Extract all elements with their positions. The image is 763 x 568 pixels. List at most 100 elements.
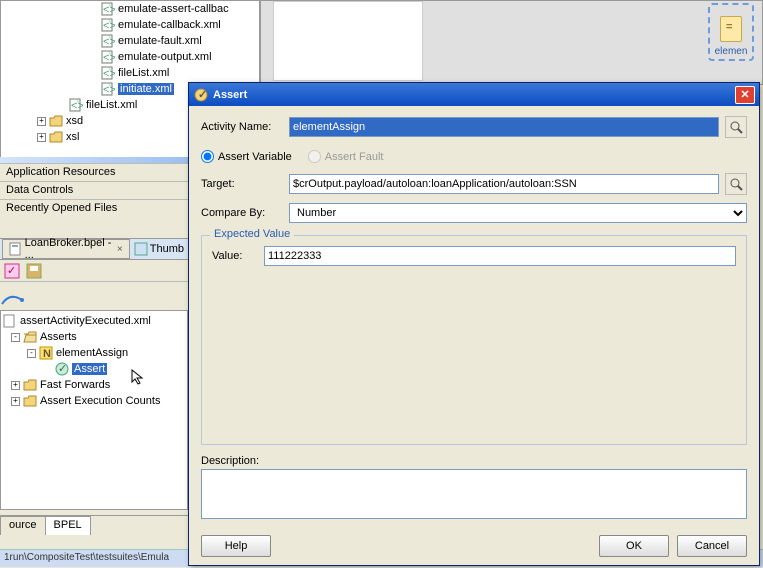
section-data-controls[interactable]: Data Controls xyxy=(0,181,188,199)
tree-item[interactable]: <>emulate-assert-callbac xyxy=(1,1,259,17)
design-canvas[interactable]: elemen xyxy=(260,0,763,85)
tree-expander[interactable]: + xyxy=(11,397,20,406)
dialog-close-button[interactable]: ✕ xyxy=(735,86,755,104)
activity-name-label: Activity Name: xyxy=(201,121,283,133)
tree-item[interactable]: - Asserts xyxy=(3,329,185,345)
cancel-button[interactable]: Cancel xyxy=(677,535,747,557)
canvas-page xyxy=(273,1,423,81)
tree-item-label: Assert Execution Counts xyxy=(40,395,160,407)
description-label: Description: xyxy=(201,455,747,467)
assert-fault-label: Assert Fault xyxy=(325,151,384,163)
folder-icon xyxy=(23,378,37,392)
xml-file-icon: <> xyxy=(101,34,115,48)
tree-item-label: elementAssign xyxy=(56,347,128,359)
tree-item-label: initiate.xml xyxy=(118,83,174,95)
xml-file-icon: <> xyxy=(69,98,83,112)
section-recent-files[interactable]: Recently Opened Files xyxy=(0,199,188,217)
svg-text:✓: ✓ xyxy=(7,265,16,277)
assert-dialog: ✓ Assert ✕ Activity Name: Assert Variabl… xyxy=(188,82,760,566)
tree-item[interactable]: + Assert Execution Counts xyxy=(3,393,185,409)
tree-item-label: fileList.xml xyxy=(118,67,169,79)
svg-text:<>: <> xyxy=(103,84,115,96)
editor-toolbar: ✓ xyxy=(0,260,188,282)
side-sections: Application Resources Data Controls Rece… xyxy=(0,163,188,217)
search-icon xyxy=(729,177,743,191)
tree-root-label: assertActivityExecuted.xml xyxy=(20,315,151,327)
target-input[interactable] xyxy=(289,174,719,194)
svg-text:✓: ✓ xyxy=(58,363,67,375)
tree-item-label: emulate-fault.xml xyxy=(118,35,202,47)
save-icon[interactable] xyxy=(26,263,42,279)
tree-item-label: emulate-assert-callbac xyxy=(118,3,229,15)
assert-fault-radio-input xyxy=(308,150,321,163)
tree-expander[interactable]: + xyxy=(37,117,46,126)
tree-item-label: Asserts xyxy=(40,331,77,343)
bottom-tab-bar: ource BPEL xyxy=(0,515,188,535)
assert-dialog-icon: ✓ xyxy=(193,87,209,103)
expected-value-legend: Expected Value xyxy=(210,228,294,240)
search-icon xyxy=(729,120,743,134)
assert-variable-radio-input[interactable] xyxy=(201,150,214,163)
cursor-icon xyxy=(131,369,147,387)
structure-header xyxy=(0,290,188,310)
activity-name-input[interactable] xyxy=(289,117,719,137)
svg-text:<>: <> xyxy=(103,68,115,80)
tab-source[interactable]: ource xyxy=(0,516,46,535)
assert-variable-radio[interactable]: Assert Variable xyxy=(201,150,292,163)
editor-tab-loanbroker[interactable]: LoanBroker.bpel - ... × xyxy=(2,239,130,259)
tree-item-label: Assert xyxy=(72,363,107,375)
tree-item[interactable]: <>emulate-output.xml xyxy=(1,49,259,65)
close-icon[interactable]: × xyxy=(117,244,123,255)
tree-item[interactable]: ✓ Assert xyxy=(3,361,185,377)
thumbnail-label: Thumb xyxy=(150,243,184,255)
tree-expander[interactable]: + xyxy=(37,133,46,142)
svg-text:<>: <> xyxy=(103,36,115,48)
tree-item[interactable]: -NelementAssign xyxy=(3,345,185,361)
xml-file-icon xyxy=(3,314,17,328)
tree-item[interactable]: + Fast Forwards xyxy=(3,377,185,393)
compare-by-label: Compare By: xyxy=(201,207,283,219)
tab-bpel[interactable]: BPEL xyxy=(45,516,91,535)
activity-icon: N xyxy=(39,346,53,360)
xml-file-icon: <> xyxy=(101,50,115,64)
canvas-element-assign[interactable]: elemen xyxy=(708,3,754,61)
folder-icon xyxy=(49,114,63,128)
bpel-file-icon xyxy=(9,242,22,256)
folder-open-icon xyxy=(23,330,37,344)
description-textarea[interactable] xyxy=(201,469,747,519)
tree-expander[interactable]: + xyxy=(11,381,20,390)
compare-by-select[interactable]: Number xyxy=(289,203,747,223)
tree-root-file[interactable]: assertActivityExecuted.xml xyxy=(3,313,185,329)
help-button[interactable]: Help xyxy=(201,535,271,557)
canvas-element-label: elemen xyxy=(715,46,748,57)
activity-search-button[interactable] xyxy=(725,116,747,138)
tree-item-label: Fast Forwards xyxy=(40,379,110,391)
validate-icon[interactable]: ✓ xyxy=(4,263,20,279)
svg-text:<>: <> xyxy=(103,4,115,16)
tree-item[interactable]: <>emulate-callback.xml xyxy=(1,17,259,33)
expected-value-fieldset: Expected Value Value: xyxy=(201,235,747,445)
ok-button[interactable]: OK xyxy=(599,535,669,557)
structure-icon xyxy=(0,290,30,308)
tree-expander[interactable]: - xyxy=(27,349,36,358)
tree-item[interactable]: <>emulate-fault.xml xyxy=(1,33,259,49)
assign-activity-icon xyxy=(720,16,742,42)
structure-tree[interactable]: assertActivityExecuted.xml -Asserts-Nele… xyxy=(0,310,188,510)
folder-icon xyxy=(49,130,63,144)
thumbnail-icon xyxy=(134,242,148,256)
tree-item-label: xsl xyxy=(66,131,79,143)
tree-expander[interactable]: - xyxy=(11,333,20,342)
dialog-titlebar[interactable]: ✓ Assert ✕ xyxy=(189,83,759,106)
tree-item[interactable]: <>fileList.xml xyxy=(1,65,259,81)
assert-fault-radio: Assert Fault xyxy=(308,150,384,163)
value-input[interactable] xyxy=(264,246,736,266)
value-label: Value: xyxy=(212,250,258,262)
target-search-button[interactable] xyxy=(725,173,747,195)
assert-icon: ✓ xyxy=(55,362,69,376)
tree-item-label: xsd xyxy=(66,115,83,127)
tree-item-label: emulate-callback.xml xyxy=(118,19,221,31)
section-app-resources[interactable]: Application Resources xyxy=(0,163,188,181)
thumbnail-tab[interactable]: Thumb xyxy=(130,240,188,258)
xml-file-icon: <> xyxy=(101,18,115,32)
editor-tab-bar: LoanBroker.bpel - ... × Thumb xyxy=(0,238,188,260)
